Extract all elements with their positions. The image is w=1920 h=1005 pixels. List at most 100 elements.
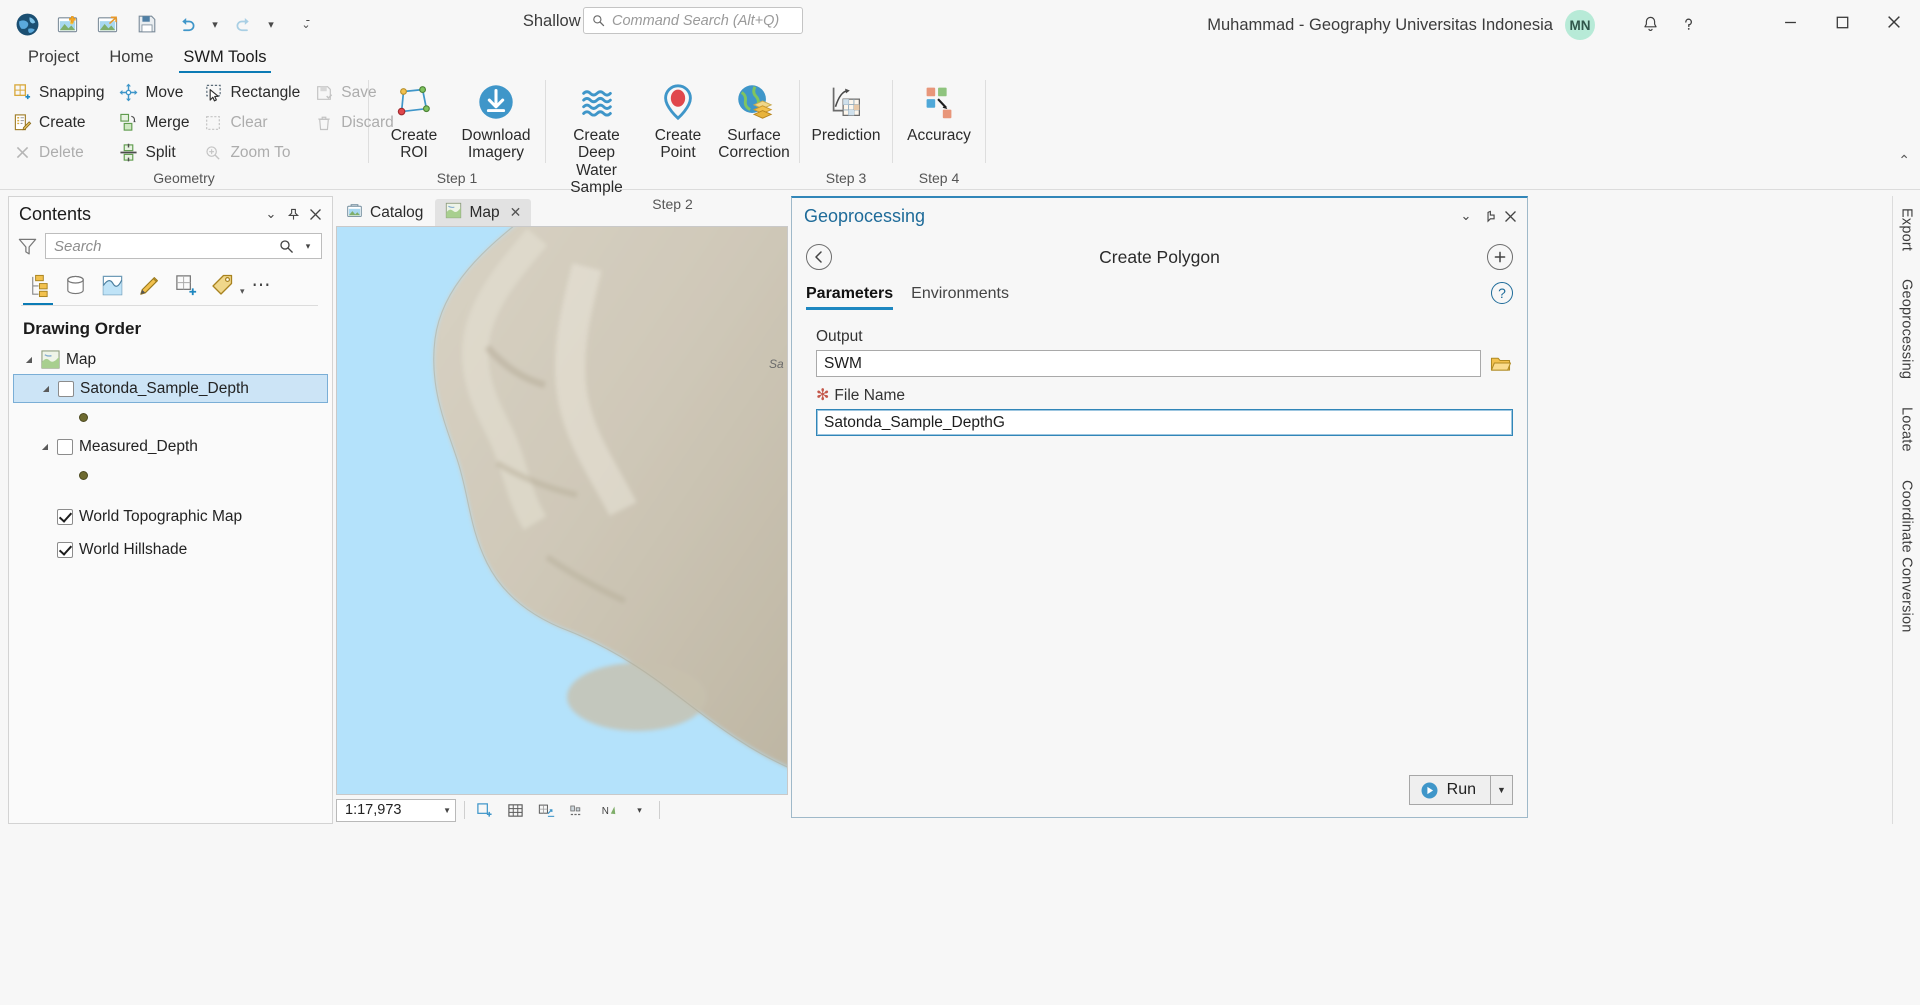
- filter-icon[interactable]: [17, 236, 38, 257]
- surface-correction-button[interactable]: Surface Correction: [717, 78, 791, 162]
- north-arrow-icon[interactable]: N: [597, 799, 620, 821]
- close-icon[interactable]: ✕: [510, 204, 522, 221]
- browse-folder-icon[interactable]: [1487, 351, 1513, 377]
- contents-search-input[interactable]: Search ▾: [45, 233, 322, 259]
- file-name-input[interactable]: Satonda_Sample_DepthG: [816, 409, 1513, 436]
- download-imagery-button[interactable]: Download Imagery: [455, 78, 537, 162]
- redo-dropdown-icon[interactable]: ▾: [264, 18, 278, 31]
- expand-triangle-icon[interactable]: ◢: [40, 384, 52, 393]
- move-button[interactable]: Move: [115, 78, 198, 107]
- tab-catalog[interactable]: Catalog: [336, 199, 433, 226]
- rectangle-select-button[interactable]: Rectangle: [199, 78, 308, 107]
- geoprocessing-nav: Create Polygon: [792, 234, 1527, 280]
- save-project-icon[interactable]: [128, 5, 166, 43]
- merge-button[interactable]: Merge: [115, 108, 198, 137]
- chevron-down-icon[interactable]: ▼: [443, 806, 451, 815]
- download-imagery-label: Download Imagery: [461, 127, 531, 162]
- tab-environments[interactable]: Environments: [911, 285, 1009, 310]
- close-button[interactable]: [1868, 0, 1920, 44]
- map-scale-value: 1:17,973: [345, 802, 402, 818]
- run-dropdown-icon[interactable]: ▼: [1491, 775, 1513, 805]
- undo-dropdown-icon[interactable]: ▾: [208, 18, 222, 31]
- attribute-table-icon[interactable]: [504, 799, 527, 821]
- status-separator: [464, 801, 465, 819]
- prediction-button[interactable]: Prediction: [808, 78, 884, 144]
- minimize-button[interactable]: [1764, 0, 1816, 44]
- open-project-icon[interactable]: [88, 5, 126, 43]
- close-icon[interactable]: [304, 203, 326, 225]
- search-icon[interactable]: [277, 237, 295, 255]
- close-icon[interactable]: [1499, 205, 1521, 227]
- arcgis-globe-logo[interactable]: [8, 5, 46, 43]
- redo-icon[interactable]: [224, 5, 262, 43]
- status-dropdown-icon[interactable]: ▾: [628, 799, 651, 821]
- layer-visibility-checkbox[interactable]: [58, 380, 74, 397]
- more-options-icon[interactable]: ⋯: [248, 274, 276, 297]
- pin-icon[interactable]: [1477, 205, 1499, 227]
- tree-item-world-hillshade[interactable]: ◢ World Hillshade: [13, 535, 328, 564]
- run-button-group: Run ▼: [1408, 775, 1513, 805]
- contents-search-placeholder: Search: [54, 237, 102, 255]
- tree-item-map[interactable]: ◢ Map: [13, 345, 328, 374]
- list-by-data-source-icon[interactable]: [58, 269, 92, 301]
- tree-item-measured-depth[interactable]: ◢ Measured_Depth: [13, 432, 328, 461]
- layer-visibility-checkbox[interactable]: [57, 508, 73, 525]
- tab-parameters[interactable]: Parameters: [806, 285, 894, 310]
- list-by-snapping-icon[interactable]: [169, 269, 203, 301]
- toolbar-underline: [21, 305, 318, 306]
- ribbon-tab-home[interactable]: Home: [95, 45, 167, 74]
- run-button[interactable]: Run: [1408, 775, 1491, 805]
- chevron-down-icon[interactable]: ▾: [240, 286, 245, 297]
- search-options-dropdown-icon[interactable]: ▾: [299, 237, 317, 255]
- dock-tab-export[interactable]: Export: [1897, 202, 1917, 257]
- tree-item-world-topographic-map[interactable]: ◢ World Topographic Map: [13, 502, 328, 531]
- selected-features-icon[interactable]: [473, 799, 496, 821]
- output-input[interactable]: SWM: [816, 350, 1481, 377]
- layer-visibility-checkbox[interactable]: [57, 438, 73, 455]
- undo-icon[interactable]: [168, 5, 206, 43]
- maximize-button[interactable]: [1816, 0, 1868, 44]
- expand-triangle-icon[interactable]: ◢: [23, 355, 35, 364]
- help-icon[interactable]: ?: [1491, 282, 1513, 304]
- drawing-status-icon[interactable]: [566, 799, 589, 821]
- dock-tab-coordinate-conversion[interactable]: Coordinate Conversion: [1897, 474, 1917, 639]
- collapse-ribbon-button[interactable]: ⌃: [1898, 152, 1910, 169]
- avatar[interactable]: MN: [1565, 10, 1595, 40]
- pin-icon[interactable]: [282, 203, 304, 225]
- add-button[interactable]: [1487, 244, 1513, 270]
- geoprocessing-pane-header: Geoprocessing ⌄: [792, 198, 1527, 234]
- tab-map[interactable]: Map ✕: [435, 199, 532, 226]
- command-search-placeholder: Command Search (Alt+Q): [612, 12, 780, 29]
- dock-tab-geoprocessing[interactable]: Geoprocessing: [1897, 273, 1917, 385]
- create-feature-button[interactable]: Create: [8, 108, 113, 137]
- chevron-down-icon[interactable]: ⌄: [260, 203, 282, 225]
- accuracy-button[interactable]: Accuracy: [901, 78, 977, 144]
- tree-item-label: Measured_Depth: [79, 437, 198, 455]
- help-icon[interactable]: [1671, 8, 1705, 40]
- new-project-icon[interactable]: [48, 5, 86, 43]
- map-coordinate-icon[interactable]: [535, 799, 558, 821]
- list-by-labeling-icon[interactable]: [206, 269, 240, 301]
- list-by-editing-icon[interactable]: [132, 269, 166, 301]
- notification-bell-icon[interactable]: [1633, 8, 1667, 40]
- command-search-input[interactable]: Command Search (Alt+Q): [583, 7, 803, 34]
- customize-qat-icon[interactable]: ⌄̄: [296, 18, 316, 31]
- chevron-down-icon[interactable]: ⌄: [1455, 205, 1477, 227]
- layer-visibility-checkbox[interactable]: [57, 541, 73, 558]
- list-by-selection-icon[interactable]: [95, 269, 129, 301]
- create-deep-water-sample-button[interactable]: Create Deep Water Sample: [554, 78, 639, 196]
- expand-triangle-icon[interactable]: ◢: [39, 442, 51, 451]
- create-roi-button[interactable]: Create ROI: [377, 78, 451, 162]
- tree-item-satonda-sample-depth[interactable]: ◢ Satonda_Sample_Depth: [13, 374, 328, 403]
- snapping-button[interactable]: Snapping: [8, 78, 113, 107]
- dock-tab-locate[interactable]: Locate: [1897, 401, 1917, 458]
- map-scale-selector[interactable]: 1:17,973 ▼: [336, 798, 456, 822]
- list-by-drawing-order-icon[interactable]: [21, 269, 55, 306]
- back-button[interactable]: [806, 244, 832, 270]
- map-canvas[interactable]: Sa: [336, 226, 788, 795]
- create-point-button[interactable]: Create Point: [641, 78, 715, 162]
- contents-pane: Contents ⌄ Search ▾ ▾ ⋯ Drawing Order ◢ …: [8, 196, 333, 824]
- split-button[interactable]: Split: [115, 138, 198, 167]
- ribbon-tab-project[interactable]: Project: [14, 45, 93, 74]
- ribbon-tab-swm-tools[interactable]: SWM Tools: [169, 45, 280, 74]
